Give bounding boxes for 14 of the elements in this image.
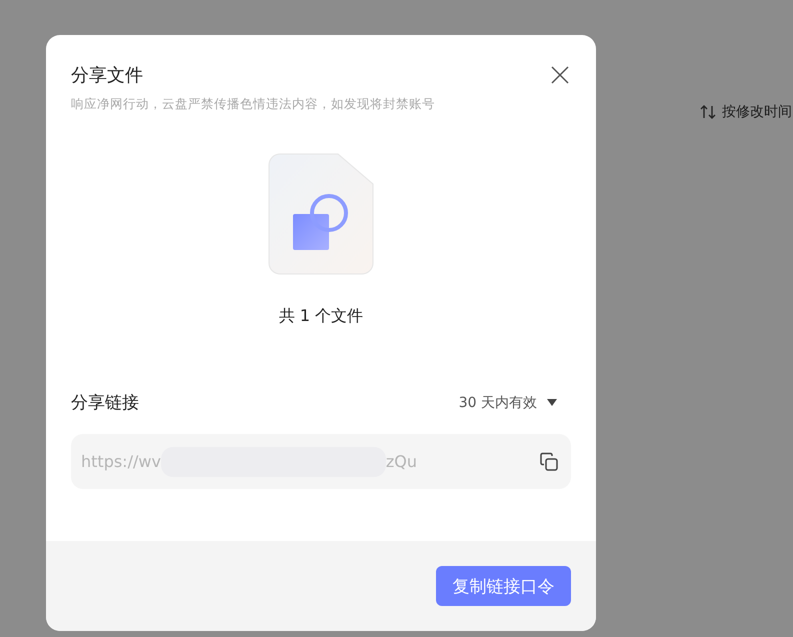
validity-dropdown[interactable]: 30 天内有效 bbox=[458, 394, 557, 412]
file-count: 共 1 个文件 bbox=[278, 306, 364, 327]
notice-text: 响应净网行动，云盘严禁传播色情违法内容，如发现将封禁账号 bbox=[71, 96, 436, 113]
file-icon bbox=[268, 153, 374, 275]
copy-link-button[interactable]: 复制链接口令 bbox=[436, 566, 571, 606]
link-text: https://wv bbox=[81, 452, 161, 471]
dialog-title: 分享文件 bbox=[71, 64, 143, 87]
link-label: 分享链接 bbox=[71, 392, 139, 414]
copy-button[interactable] bbox=[539, 452, 559, 472]
caret-icon bbox=[547, 399, 557, 406]
sort-icon bbox=[700, 105, 716, 119]
close-button[interactable] bbox=[549, 64, 571, 86]
sort-label[interactable]: 按修改时间 bbox=[722, 103, 792, 121]
link-text: zQu bbox=[386, 452, 418, 471]
